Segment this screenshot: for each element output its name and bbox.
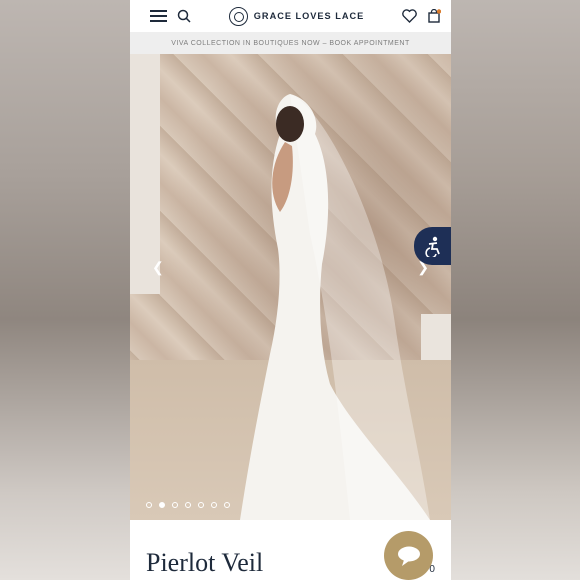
accessibility-icon[interactable] [414,227,451,265]
chevron-left-icon[interactable]: ❮ [152,259,164,276]
top-navigation: GRACE LOVES LACE [130,0,451,32]
background-blur-right [450,0,580,580]
carousel-dot[interactable] [172,502,178,508]
carousel-dot-active[interactable] [159,502,165,508]
carousel-dot[interactable] [146,502,152,508]
brand-logo[interactable]: GRACE LOVES LACE [228,6,365,26]
heart-icon[interactable] [402,9,417,23]
carousel-dot[interactable] [224,502,230,508]
wall-left [130,54,160,294]
promo-text: VIVA COLLECTION IN BOUTIQUES NOW – BOOK … [171,39,410,47]
brand-name: GRACE LOVES LACE [253,11,365,21]
brand-emblem-icon [228,6,248,26]
carousel-dot[interactable] [185,502,191,508]
product-image-carousel[interactable]: ❮ ❯ [130,54,451,520]
chat-icon[interactable] [384,531,433,580]
promo-banner[interactable]: VIVA COLLECTION IN BOUTIQUES NOW – BOOK … [130,32,451,54]
mobile-page: GRACE LOVES LACE VIVA COLLECTION IN BOUT… [130,0,451,580]
carousel-dot[interactable] [198,502,204,508]
product-title: Pierlot Veil [146,548,264,577]
bride-photo [240,94,430,520]
shopping-bag-icon[interactable] [427,8,441,24]
background-blur-left [0,0,130,580]
search-icon[interactable] [177,9,191,23]
carousel-dot[interactable] [211,502,217,508]
hamburger-menu-icon[interactable] [150,10,167,22]
carousel-pagination [146,502,230,508]
